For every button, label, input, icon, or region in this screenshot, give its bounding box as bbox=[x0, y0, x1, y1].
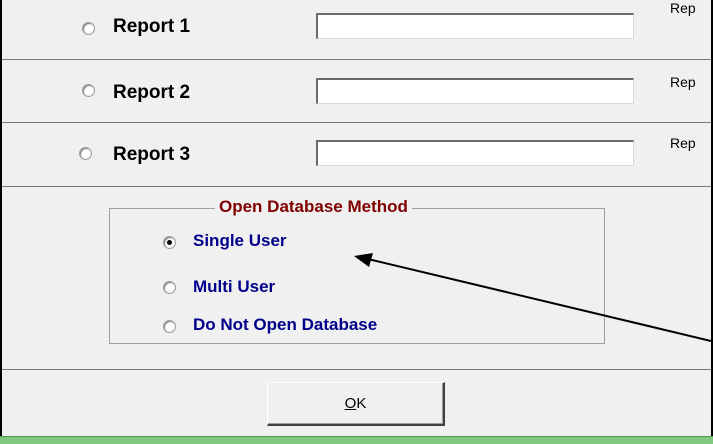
dialog-window: Report 1 Rep Report 2 Rep Report 3 Rep O… bbox=[0, 0, 713, 444]
annotation-arrow-head bbox=[354, 253, 373, 267]
status-strip bbox=[0, 436, 713, 444]
annotation-arrow-shaft bbox=[367, 258, 711, 342]
annotation-arrow bbox=[354, 253, 711, 342]
